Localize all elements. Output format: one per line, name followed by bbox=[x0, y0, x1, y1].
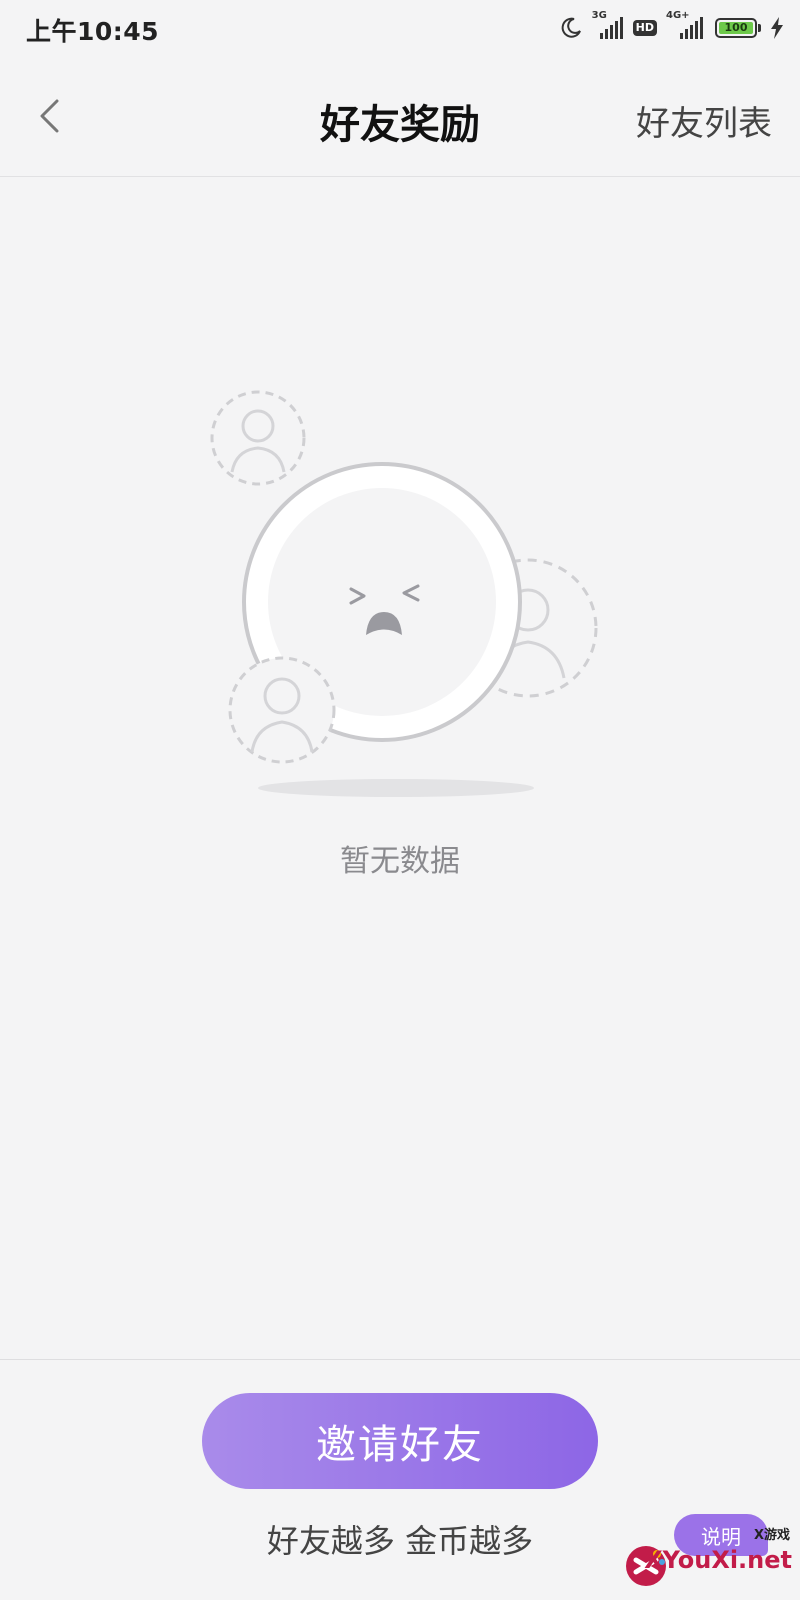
lightning-icon bbox=[770, 17, 784, 39]
watermark-main-text: XYouXi.net bbox=[644, 1546, 792, 1574]
divider bbox=[0, 1359, 800, 1360]
status-icons: 3G HD 4G+ 100 bbox=[559, 10, 784, 44]
hd-badge: HD bbox=[632, 20, 657, 36]
empty-state-text: 暂无数据 bbox=[340, 844, 460, 879]
avatar-placeholder-icon bbox=[210, 390, 306, 486]
signal-icon-2: 4G+ bbox=[666, 10, 706, 41]
status-bar: 上午10:45 3G HD 4G+ 100 bbox=[0, 0, 800, 58]
network-type-label: 3G bbox=[591, 10, 607, 21]
battery-level: 100 bbox=[719, 22, 753, 34]
battery-icon: 100 bbox=[715, 18, 761, 38]
signal-icon: 3G bbox=[592, 10, 624, 41]
friend-list-link[interactable]: 好友列表 bbox=[636, 96, 772, 145]
watermark-small-text: X游戏 bbox=[753, 1528, 790, 1543]
nav-bar: 好友奖励 好友列表 bbox=[0, 58, 800, 177]
watermark: X游戏 XYouXi.net bbox=[624, 1524, 794, 1594]
empty-state-illustration bbox=[196, 380, 606, 800]
network-type-label-2: 4G+ bbox=[666, 10, 690, 21]
screen: 上午10:45 3G HD 4G+ 100 好友奖励 好友列表 暂无数据 邀请好… bbox=[0, 0, 800, 1600]
status-time: 上午10:45 bbox=[26, 17, 160, 46]
avatar-placeholder-icon bbox=[228, 656, 336, 764]
moon-icon bbox=[559, 16, 583, 40]
invite-friends-button[interactable]: 邀请好友 bbox=[202, 1393, 598, 1489]
